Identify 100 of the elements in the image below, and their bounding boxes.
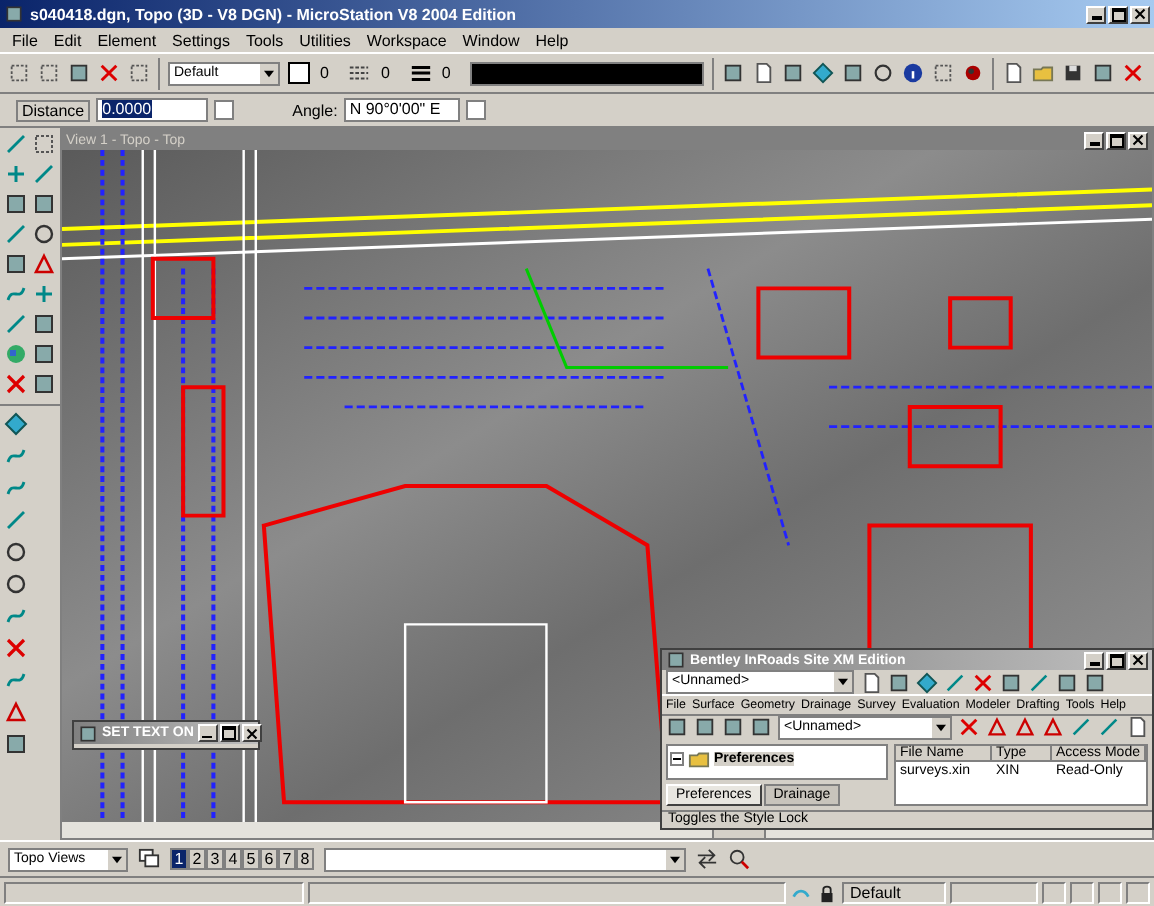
view-button[interactable]: 3 (206, 848, 224, 870)
square-icon[interactable] (722, 62, 745, 84)
close-button[interactable] (1128, 131, 1148, 149)
menu-item[interactable]: Element (97, 31, 157, 49)
expander-icon[interactable] (670, 751, 684, 766)
arrows-icon[interactable] (696, 848, 718, 870)
line-icon[interactable] (4, 508, 28, 532)
minimize-button[interactable] (1084, 651, 1104, 669)
windows-icon[interactable] (138, 848, 160, 870)
menu-item[interactable]: Utilities (299, 31, 351, 49)
view-button[interactable]: 8 (296, 848, 314, 870)
diamond-icon[interactable] (4, 412, 28, 436)
color-swatch[interactable] (288, 62, 310, 84)
caret-icon[interactable] (834, 672, 852, 692)
menu-item[interactable]: Workspace (366, 31, 447, 49)
cross-icon[interactable] (1122, 62, 1145, 84)
search-icon[interactable] (728, 848, 750, 870)
view-button[interactable]: 4 (224, 848, 242, 870)
view-button[interactable]: 5 (242, 848, 260, 870)
line-style-icon[interactable] (348, 62, 371, 84)
square-icon[interactable] (694, 716, 716, 739)
maximize-button[interactable] (1106, 131, 1126, 149)
square-icon[interactable] (666, 716, 688, 739)
triangle-icon[interactable] (32, 252, 56, 276)
square-icon[interactable] (32, 342, 56, 366)
square-icon[interactable] (722, 716, 744, 739)
square-icon[interactable] (842, 62, 865, 84)
square-icon[interactable] (888, 671, 910, 693)
folder-icon[interactable] (1032, 62, 1055, 84)
diamond-icon[interactable] (812, 62, 835, 84)
dashed-square-icon[interactable] (32, 132, 56, 156)
curve-icon[interactable] (4, 604, 28, 628)
page-icon[interactable] (752, 62, 775, 84)
close-button[interactable] (241, 724, 262, 742)
menu-item[interactable]: Tools (245, 31, 284, 49)
dashed-square-icon[interactable] (932, 62, 955, 84)
square-icon[interactable] (1056, 671, 1078, 693)
square-icon[interactable] (32, 372, 56, 396)
line-weight-icon[interactable] (409, 62, 432, 84)
square-icon[interactable] (68, 62, 90, 84)
color-value[interactable]: 0 (320, 64, 329, 82)
view-button[interactable]: 6 (260, 848, 278, 870)
line-style-value[interactable]: 0 (380, 64, 390, 82)
command-field[interactable] (324, 847, 686, 871)
info-icon[interactable] (902, 62, 925, 84)
close-button[interactable] (1130, 5, 1150, 23)
caret-icon[interactable] (108, 849, 126, 869)
close-button[interactable] (1128, 651, 1148, 669)
page-icon[interactable] (1126, 716, 1148, 739)
caret-icon[interactable] (932, 717, 950, 738)
square-icon[interactable] (32, 192, 56, 216)
view-button[interactable]: 1 (170, 848, 188, 870)
square-icon[interactable] (1084, 671, 1106, 693)
caret-icon[interactable] (260, 63, 278, 83)
minimize-button[interactable] (1086, 5, 1106, 23)
line-preview[interactable] (470, 61, 705, 85)
dashed-square-icon[interactable] (128, 62, 150, 84)
cross-icon[interactable] (958, 716, 980, 739)
view-button[interactable]: 2 (188, 848, 206, 870)
line-icon[interactable] (944, 671, 966, 693)
menu-item[interactable]: Window (462, 31, 520, 49)
curve-icon[interactable] (4, 444, 28, 468)
square-icon[interactable] (750, 716, 772, 739)
dashed-square-icon[interactable] (8, 62, 30, 84)
globe-icon[interactable] (4, 342, 28, 366)
minimize-button[interactable] (197, 724, 218, 742)
curve-icon[interactable] (4, 476, 28, 500)
circle-icon[interactable] (872, 62, 895, 84)
angle-field[interactable]: N 90°0'00" E (343, 98, 460, 122)
circle-icon[interactable] (32, 222, 56, 246)
square-icon[interactable] (32, 312, 56, 336)
triangle-icon[interactable] (1014, 716, 1036, 739)
distance-lock-checkbox[interactable] (214, 100, 235, 120)
triangle-icon[interactable] (986, 716, 1008, 739)
view-button[interactable]: 7 (278, 848, 296, 870)
menu-item[interactable]: File (12, 31, 38, 49)
minimize-button[interactable] (1084, 131, 1104, 149)
triangle-icon[interactable] (1042, 716, 1064, 739)
circle-icon[interactable] (4, 572, 28, 596)
menu-item[interactable]: Edit (53, 31, 82, 49)
maximize-button[interactable] (1108, 5, 1128, 23)
square-icon[interactable] (4, 192, 28, 216)
line-weight-value[interactable]: 0 (441, 64, 451, 82)
curve-icon[interactable] (4, 668, 28, 692)
dashed-square-icon[interactable] (38, 62, 60, 84)
line-icon[interactable] (1070, 716, 1092, 739)
cross-icon[interactable] (4, 636, 28, 660)
circle-icon[interactable] (4, 540, 28, 564)
cross-icon[interactable] (98, 62, 120, 84)
square-icon[interactable] (1000, 671, 1022, 693)
maximize-button[interactable] (219, 724, 240, 742)
square-icon[interactable] (4, 732, 28, 756)
angle-lock-checkbox[interactable] (465, 100, 486, 120)
maximize-button[interactable] (1106, 651, 1126, 669)
menu-item[interactable]: Settings (172, 31, 230, 49)
square-icon[interactable] (4, 252, 28, 276)
page-icon[interactable] (1002, 62, 1025, 84)
distance-field[interactable]: 0.0000 (96, 98, 209, 122)
triangle-icon[interactable] (4, 700, 28, 724)
square-icon[interactable] (782, 62, 805, 84)
